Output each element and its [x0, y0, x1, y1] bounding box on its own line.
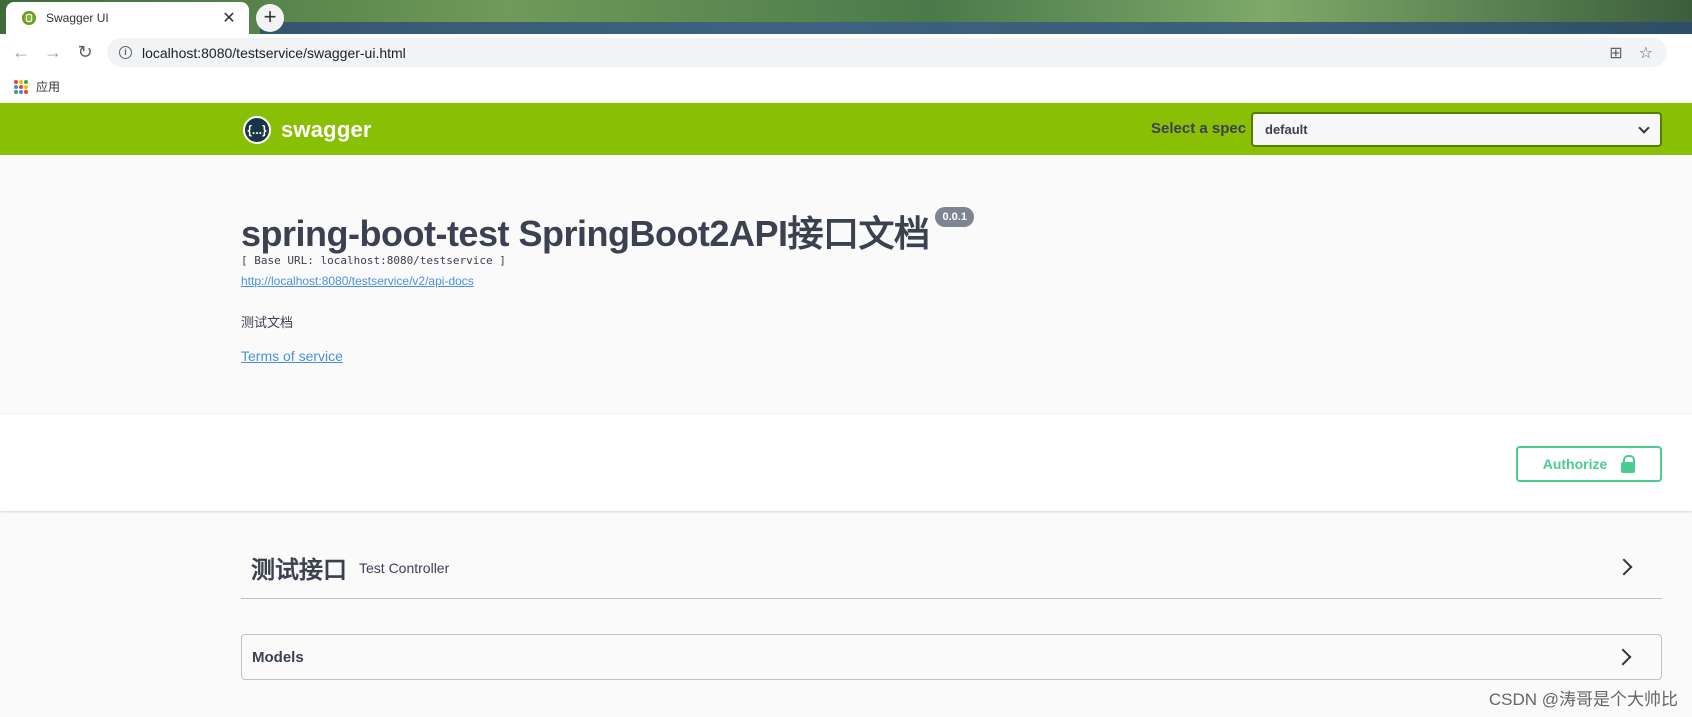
translate-icon[interactable]: ⊞	[1609, 43, 1622, 63]
swagger-logo[interactable]: {...} swagger	[243, 116, 372, 144]
title-row: spring-boot-test SpringBoot2API接口文档 0.0.…	[241, 205, 974, 257]
browser-toolbar: ← → ↻ i localhost:8080/testservice/swagg…	[0, 34, 1692, 70]
chevron-right-icon	[1614, 648, 1632, 666]
forward-arrow-icon[interactable]: →	[40, 39, 66, 65]
chevron-down-icon	[1638, 121, 1650, 134]
swagger-topbar: {...} swagger Select a spec default	[0, 103, 1692, 155]
authorize-label: Authorize	[1542, 456, 1608, 472]
api-description: 测试文档	[241, 315, 294, 330]
bookmark-apps-label[interactable]: 应用	[36, 78, 60, 95]
tag-description: Test Controller	[359, 559, 450, 576]
spec-select[interactable]: default	[1251, 112, 1662, 147]
select-spec-label: Select a spec	[1151, 120, 1247, 137]
apps-icon[interactable]	[14, 79, 28, 94]
star-icon[interactable]: ☆	[1639, 43, 1653, 63]
lock-icon	[1621, 455, 1636, 473]
bookmarks-bar: 应用	[0, 70, 1692, 103]
info-icon[interactable]: i	[119, 46, 132, 59]
new-tab-button[interactable]: +	[256, 4, 284, 32]
chevron-right-icon	[1615, 558, 1633, 576]
models-section[interactable]: Models	[241, 634, 1662, 680]
scheme-container: Authorize	[0, 415, 1692, 511]
spec-select-value: default	[1265, 122, 1308, 137]
tab-title: Swagger UI	[46, 11, 109, 25]
api-info: spring-boot-test SpringBoot2API接口文档 0.0.…	[0, 155, 1692, 415]
watermark: CSDN @涛哥是个大帅比	[1488, 690, 1678, 709]
authorize-button[interactable]: Authorize	[1516, 446, 1662, 482]
browser-tab[interactable]: Swagger UI ✕	[6, 2, 249, 34]
url-text[interactable]: localhost:8080/testservice/swagger-ui.ht…	[142, 45, 406, 61]
swagger-logo-text: swagger	[281, 117, 372, 142]
tag-section-header[interactable]: 测试接口 Test Controller	[241, 537, 1662, 599]
models-label: Models	[252, 648, 304, 666]
terms-of-service-link[interactable]: Terms of service	[241, 348, 343, 364]
swagger-logo-icon: {...}	[243, 116, 271, 144]
close-tab-icon[interactable]: ✕	[219, 8, 239, 28]
swagger-favicon-icon	[22, 11, 36, 25]
browser-tabstrip: Swagger UI ✕ +	[0, 0, 1692, 34]
tag-name: 测试接口	[251, 557, 347, 584]
version-badge: 0.0.1	[935, 207, 974, 227]
address-bar[interactable]: i localhost:8080/testservice/swagger-ui.…	[107, 38, 1667, 67]
api-title: spring-boot-test SpringBoot2API接口文档	[241, 213, 930, 254]
back-arrow-icon[interactable]: ←	[8, 39, 34, 65]
base-url: [ Base URL: localhost:8080/testservice ]	[241, 254, 506, 267]
api-docs-link[interactable]: http://localhost:8080/testservice/v2/api…	[241, 274, 474, 288]
reload-icon[interactable]: ↻	[72, 39, 98, 65]
